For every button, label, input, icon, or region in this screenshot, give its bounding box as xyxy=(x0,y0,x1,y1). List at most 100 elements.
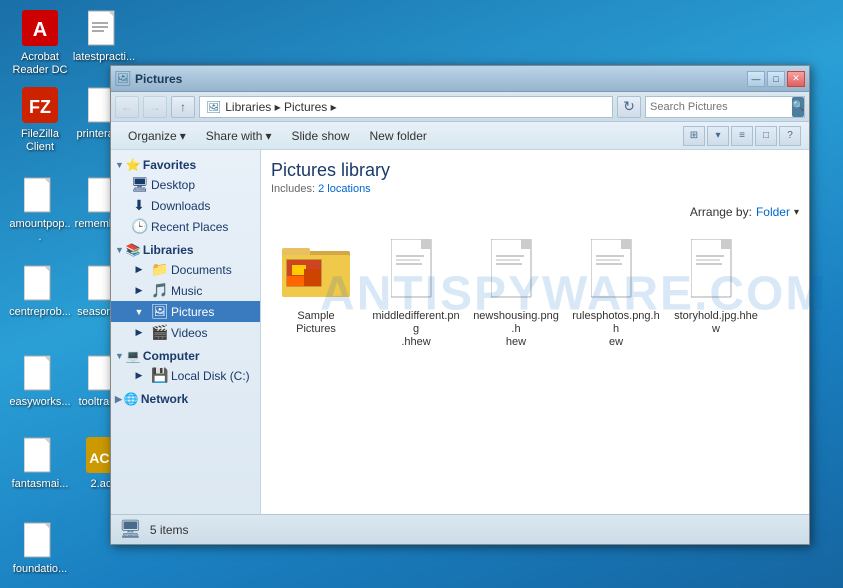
organize-button[interactable]: Organize ▾ xyxy=(119,125,195,147)
window-title: Pictures xyxy=(135,72,747,86)
search-button[interactable]: 🔍 xyxy=(792,97,804,117)
library-header: Pictures library Includes: 2 locations xyxy=(271,160,799,195)
sidebar-item-videos[interactable]: ▶ 🎬 Videos xyxy=(111,322,260,343)
address-icon: 🖼 xyxy=(206,100,221,114)
sidebar-item-recent-places[interactable]: 🕒 Recent Places xyxy=(111,216,260,237)
sidebar-item-local-disk[interactable]: ▶ 💾 Local Disk (C:) xyxy=(111,365,260,386)
desktop-icon-foundatio[interactable]: foundatio... xyxy=(8,520,72,576)
local-disk-label: Local Disk (C:) xyxy=(171,369,250,383)
amountpop-icon xyxy=(20,175,60,215)
new-folder-label: New folder xyxy=(370,129,427,143)
sidebar-section-network: ▶ 🌐 Network xyxy=(111,388,260,408)
includes-label: Includes: xyxy=(271,183,315,195)
nav-bar: ← → ↑ 🖼 Libraries ▸ Pictures ▸ ↻ 🔍 xyxy=(111,92,809,122)
search-input[interactable] xyxy=(650,101,792,113)
sidebar-header-computer[interactable]: ▼ 💻 Computer xyxy=(111,345,260,365)
sidebar-item-desktop[interactable]: 🖥 Desktop xyxy=(111,174,260,195)
desktop-icon-amountpop[interactable]: amountpop... xyxy=(8,175,72,244)
sidebar-header-favorites[interactable]: ▼ ⭐ Favorites xyxy=(111,154,260,174)
close-button[interactable]: ✕ xyxy=(787,71,805,87)
content-area: ▼ ⭐ Favorites 🖥 Desktop ⬇ Downloads 🕒 Re… xyxy=(111,150,809,514)
up-button[interactable]: ↑ xyxy=(171,96,195,118)
desktop-icon-acrobat[interactable]: A Acrobat Reader DC xyxy=(8,8,72,77)
latestpracti-label: latestpracti... xyxy=(73,51,135,64)
acrobat-label: Acrobat Reader DC xyxy=(8,51,72,77)
minimize-button[interactable]: — xyxy=(747,71,765,87)
music-label: Music xyxy=(171,284,202,298)
libraries-folder-icon: 📚 xyxy=(126,243,141,257)
libraries-label: Libraries xyxy=(143,243,194,257)
library-subtitle: Includes: 2 locations xyxy=(271,183,799,195)
expand-favorites-icon: ▼ xyxy=(115,160,124,170)
sidebar-section-favorites: ▼ ⭐ Favorites 🖥 Desktop ⬇ Downloads 🕒 Re… xyxy=(111,154,260,237)
svg-text:FZ: FZ xyxy=(29,97,51,117)
forward-button[interactable]: → xyxy=(143,96,167,118)
help-button[interactable]: ? xyxy=(779,126,801,146)
new-folder-button[interactable]: New folder xyxy=(361,125,436,147)
slideshow-label: Slide show xyxy=(291,129,349,143)
downloads-icon: ⬇ xyxy=(131,197,147,214)
status-items-count: 5 items xyxy=(150,523,189,537)
doc-icon-newshousing xyxy=(480,234,552,306)
slideshow-button[interactable]: Slide show xyxy=(282,125,358,147)
sidebar-header-libraries[interactable]: ▼ 📚 Libraries xyxy=(111,239,260,259)
rulesphotos-label: rulesphotos.png.hhew xyxy=(572,310,660,350)
explorer-window: 🖼 Pictures — □ ✕ ← → ↑ 🖼 Libraries ▸ Pic… xyxy=(110,65,810,545)
organize-arrow: ▾ xyxy=(180,129,186,143)
address-bar[interactable]: 🖼 Libraries ▸ Pictures ▸ xyxy=(199,96,613,118)
favorites-star-icon: ⭐ xyxy=(126,158,141,172)
address-text: Libraries ▸ Pictures ▸ xyxy=(225,100,336,114)
sidebar-item-documents[interactable]: ▶ 📁 Documents xyxy=(111,259,260,280)
file-item-rulesphotos[interactable]: rulesphotos.png.hhew xyxy=(571,229,661,355)
music-icon: 🎵 xyxy=(151,282,167,299)
computer-label: Computer xyxy=(143,349,200,363)
centreprob-label: centreprob... xyxy=(9,306,71,319)
file-grid: Sample Pictures middledi xyxy=(271,229,799,355)
view-preview[interactable]: □ xyxy=(755,126,777,146)
amountpop-label: amountpop... xyxy=(8,218,72,244)
desktop-icon-filezilla[interactable]: FZ FileZilla Client xyxy=(8,85,72,154)
maximize-button[interactable]: □ xyxy=(767,71,785,87)
expand-videos-icon: ▶ xyxy=(131,327,147,338)
desktop-icon-centreprob[interactable]: centreprob... xyxy=(8,263,72,319)
network-icon: 🌐 xyxy=(124,392,139,406)
videos-icon: 🎬 xyxy=(151,324,167,341)
arrange-label: Arrange by: xyxy=(690,205,752,219)
doc-icon-middledifferent xyxy=(380,234,452,306)
view-dropdown[interactable]: ▾ xyxy=(707,126,729,146)
downloads-label: Downloads xyxy=(151,199,210,213)
desktop-icon-fantasmai[interactable]: fantasmai... xyxy=(8,435,72,491)
desktop-icon-easyworks[interactable]: easyworks... xyxy=(8,353,72,409)
desktop-icon-latestpracti[interactable]: latestpracti... xyxy=(72,8,136,64)
view-large-icons[interactable]: ⊞ xyxy=(683,126,705,146)
sidebar: ▼ ⭐ Favorites 🖥 Desktop ⬇ Downloads 🕒 Re… xyxy=(111,150,261,514)
file-item-sample-pictures[interactable]: Sample Pictures xyxy=(271,229,361,341)
arrange-value[interactable]: Folder xyxy=(756,205,790,219)
middledifferent-label: middledifferent.png.hhew xyxy=(372,310,460,350)
status-bar: 🖥 5 items xyxy=(111,514,809,544)
share-with-button[interactable]: Share with ▾ xyxy=(197,125,281,147)
toolbar: Organize ▾ Share with ▾ Slide show New f… xyxy=(111,122,809,150)
sidebar-section-computer: ▼ 💻 Computer ▶ 💾 Local Disk (C:) xyxy=(111,345,260,386)
sidebar-item-pictures[interactable]: ▼ 🖼 Pictures xyxy=(111,301,260,322)
pictures-icon: 🖼 xyxy=(151,303,167,320)
view-details[interactable]: ≡ xyxy=(731,126,753,146)
foundatio-icon xyxy=(20,520,60,560)
sidebar-item-music[interactable]: ▶ 🎵 Music xyxy=(111,280,260,301)
easyworks-icon xyxy=(20,353,60,393)
organize-label: Organize xyxy=(128,129,177,143)
locations-link[interactable]: 2 locations xyxy=(318,183,371,195)
sample-pictures-label: Sample Pictures xyxy=(276,310,356,336)
file-item-storyhold[interactable]: storyhold.jpg.hhew xyxy=(671,229,761,341)
sidebar-header-network[interactable]: ▶ 🌐 Network xyxy=(111,388,260,408)
filezilla-icon: FZ xyxy=(20,85,60,125)
refresh-button[interactable]: ↻ xyxy=(617,96,641,118)
doc-icon-storyhold xyxy=(680,234,752,306)
sidebar-item-downloads[interactable]: ⬇ Downloads xyxy=(111,195,260,216)
svg-text:A: A xyxy=(33,19,47,41)
file-item-newshousing[interactable]: newshousing.png.hhew xyxy=(471,229,561,355)
documents-label: Documents xyxy=(171,263,232,277)
arrange-arrow: ▾ xyxy=(794,207,799,218)
back-button[interactable]: ← xyxy=(115,96,139,118)
file-item-middledifferent[interactable]: middledifferent.png.hhew xyxy=(371,229,461,355)
